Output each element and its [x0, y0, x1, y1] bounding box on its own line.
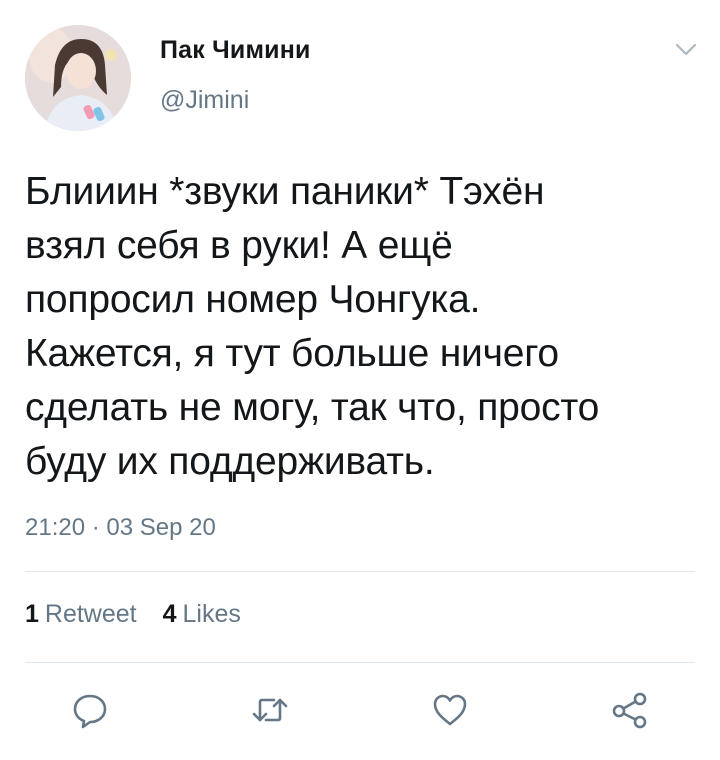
divider	[25, 662, 695, 663]
user-display-name[interactable]: Пак Чимини	[160, 36, 311, 65]
tweet-timestamp[interactable]: 21:20 · 03 Sep 20	[25, 514, 216, 542]
likes-label: Likes	[182, 600, 241, 628]
retweets-stat[interactable]: 1 Retweet	[25, 600, 137, 629]
retweets-count: 1	[25, 600, 39, 628]
tweet-text: Блииин *звуки паники* Тэхён взял себя в …	[25, 170, 600, 483]
share-icon[interactable]	[610, 690, 650, 730]
user-handle[interactable]: @Jimini	[160, 86, 249, 115]
tweet-stats: 1 Retweet 4 Likes	[25, 600, 241, 629]
retweets-label: Retweet	[44, 600, 137, 628]
chevron-down-icon[interactable]	[674, 40, 698, 60]
tweet-actions	[0, 690, 720, 730]
likes-stat[interactable]: 4 Likes	[163, 600, 241, 629]
avatar[interactable]	[25, 25, 131, 131]
reply-icon[interactable]	[70, 690, 110, 730]
avatar-image	[25, 25, 131, 131]
likes-count: 4	[162, 600, 177, 628]
divider	[25, 571, 695, 572]
heart-icon[interactable]	[430, 690, 470, 730]
retweet-icon[interactable]	[250, 690, 290, 730]
